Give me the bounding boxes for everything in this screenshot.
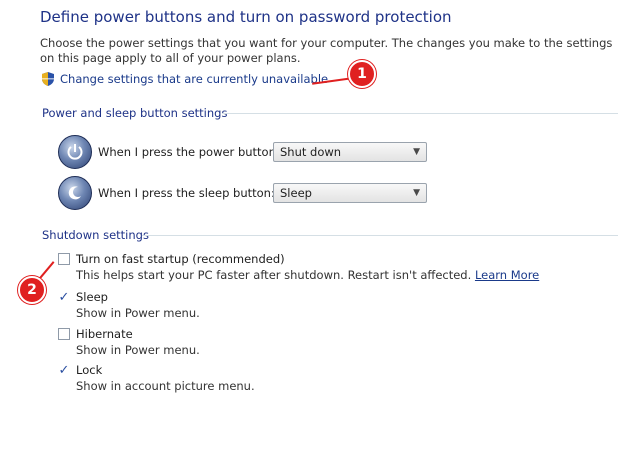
sleep-button-dropdown[interactable]: Sleep ▼ — [273, 183, 427, 203]
lock-item: ✓ Lock — [58, 363, 103, 377]
sleep-label[interactable]: Sleep — [76, 290, 108, 304]
sleep-checkbox[interactable]: ✓ — [58, 291, 70, 304]
intro-text: Choose the power settings that you want … — [40, 36, 613, 65]
fast-startup-checkbox[interactable] — [58, 253, 70, 265]
callout-badge-2: 2 — [18, 276, 46, 304]
lock-checkbox[interactable]: ✓ — [58, 364, 70, 377]
page-title: Define power buttons and turn on passwor… — [40, 8, 452, 26]
chevron-down-icon: ▼ — [413, 147, 420, 157]
sleep-description: Show in Power menu. — [76, 306, 200, 320]
fast-startup-label[interactable]: Turn on fast startup (recommended) — [76, 252, 285, 266]
chevron-down-icon: ▼ — [413, 188, 420, 198]
lock-description: Show in account picture menu. — [76, 379, 255, 393]
power-button-row: When I press the power button: Shut down… — [58, 135, 427, 169]
hibernate-label[interactable]: Hibernate — [76, 327, 133, 341]
power-button-value: Shut down — [280, 145, 342, 159]
hibernate-item: Hibernate — [58, 327, 133, 341]
fast-startup-description: This helps start your PC faster after sh… — [76, 268, 540, 282]
power-section-divider — [222, 113, 618, 114]
lock-label[interactable]: Lock — [76, 363, 102, 377]
fast-startup-item: Turn on fast startup (recommended) — [58, 252, 285, 266]
uac-shield-icon — [42, 72, 54, 86]
change-settings-label[interactable]: Change settings that are currently unava… — [60, 72, 328, 86]
sleep-button-value: Sleep — [280, 186, 312, 200]
sleep-item: ✓ Sleep — [58, 290, 108, 304]
power-button-label: When I press the power button: — [98, 145, 280, 159]
power-button-icon — [58, 135, 92, 169]
hibernate-description: Show in Power menu. — [76, 343, 200, 357]
learn-more-link[interactable]: Learn More — [475, 268, 539, 282]
sleep-button-row: When I press the sleep button: Sleep ▼ — [58, 176, 427, 210]
shutdown-section-title: Shutdown settings — [42, 228, 149, 242]
sleep-button-label: When I press the sleep button: — [98, 186, 275, 200]
callout-badge-1: 1 — [348, 60, 376, 88]
change-settings-link[interactable]: Change settings that are currently unava… — [42, 72, 328, 86]
power-section-title: Power and sleep button settings — [42, 106, 228, 120]
sleep-button-icon — [58, 176, 92, 210]
power-button-dropdown[interactable]: Shut down ▼ — [273, 142, 427, 162]
hibernate-checkbox[interactable] — [58, 328, 70, 340]
shutdown-section-divider — [142, 235, 618, 236]
